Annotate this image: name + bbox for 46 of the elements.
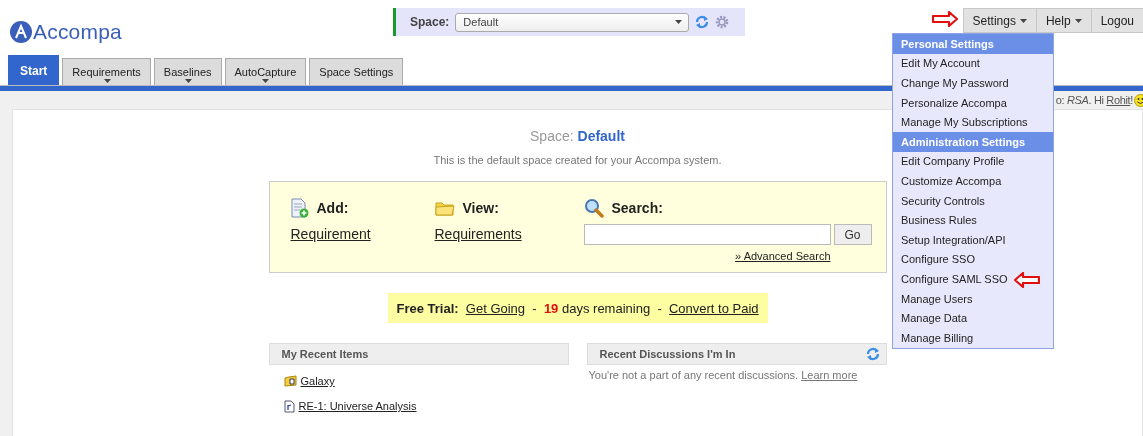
recent-item-link[interactable]: RE-1: Universe Analysis (298, 400, 417, 412)
menu-item[interactable]: Manage Data (893, 308, 1053, 328)
space-description: This is the default space created for your Accompa system. (433, 154, 722, 166)
tab[interactable]: Requirements (62, 58, 151, 85)
menu-section-header: Administration Settings (893, 131, 1053, 152)
menu-item[interactable]: Edit My Account (893, 53, 1053, 74)
menu-item[interactable]: Edit Company Profile (893, 151, 1053, 172)
tab[interactable]: Start (8, 55, 60, 85)
menu-item[interactable]: Configure SSO (893, 249, 1053, 270)
menu-item[interactable]: Setup Integration/API (893, 229, 1053, 250)
recent-item-link[interactable]: Galaxy (300, 375, 335, 387)
menu-item[interactable]: Manage My Subscriptions (893, 112, 1053, 132)
menu-item[interactable]: Security Controls (893, 190, 1053, 211)
menu-item[interactable]: Manage Users (893, 288, 1053, 309)
menu-item[interactable]: Customize Accompa (893, 171, 1053, 191)
discussions-message: You're not a part of any recent discussions. Learn more (588, 369, 859, 381)
menu-item[interactable]: Configure SAML SSO (893, 269, 1053, 289)
discussions-title: Recent Discussions I'm In (599, 348, 736, 360)
tab[interactable]: AutoCapture (224, 58, 307, 85)
add-requirement-link[interactable]: Requirement (290, 226, 371, 242)
menu-item[interactable]: Business Rules (893, 210, 1053, 230)
space-dropdown[interactable]: Default (455, 12, 690, 32)
advanced-search-link[interactable]: » Advanced Search (583, 250, 831, 262)
view-title: View: (462, 200, 499, 216)
menu-item[interactable]: Personalize Accompa (893, 92, 1053, 113)
add-title: Add: (316, 200, 349, 216)
logout-button[interactable]: Logou (1090, 8, 1143, 33)
tab[interactable]: Baselines (153, 58, 222, 85)
menu-item[interactable]: Manage Billing (893, 327, 1053, 348)
menu-section-header: Personal Settings (893, 34, 1053, 54)
space-label: Space: (410, 15, 450, 29)
settings-menu-button[interactable]: Settings (962, 8, 1036, 33)
go-button[interactable]: Go (833, 224, 872, 245)
learn-more-link[interactable]: Learn more (801, 369, 858, 381)
convert-to-paid-link[interactable]: Convert to Paid (668, 300, 759, 316)
trial-message: Free Trial: Get Going - 19 days remaining - Convert to Paid (396, 300, 759, 316)
space-title: Space: Default (530, 128, 625, 144)
help-menu-button[interactable]: Help (1035, 8, 1091, 33)
menu-item[interactable]: Change My Password (893, 73, 1053, 93)
search-title: Search: (611, 200, 663, 216)
view-requirements-link[interactable]: Requirements (434, 226, 522, 242)
tab[interactable]: Space Settings (309, 58, 404, 85)
logo-text: Accompa (33, 20, 122, 44)
recent-items-header: My Recent Items (268, 343, 569, 365)
get-going-link[interactable]: Get Going (465, 300, 526, 316)
greeting-text: o: RSA. Hi Rohit! (1055, 94, 1133, 106)
